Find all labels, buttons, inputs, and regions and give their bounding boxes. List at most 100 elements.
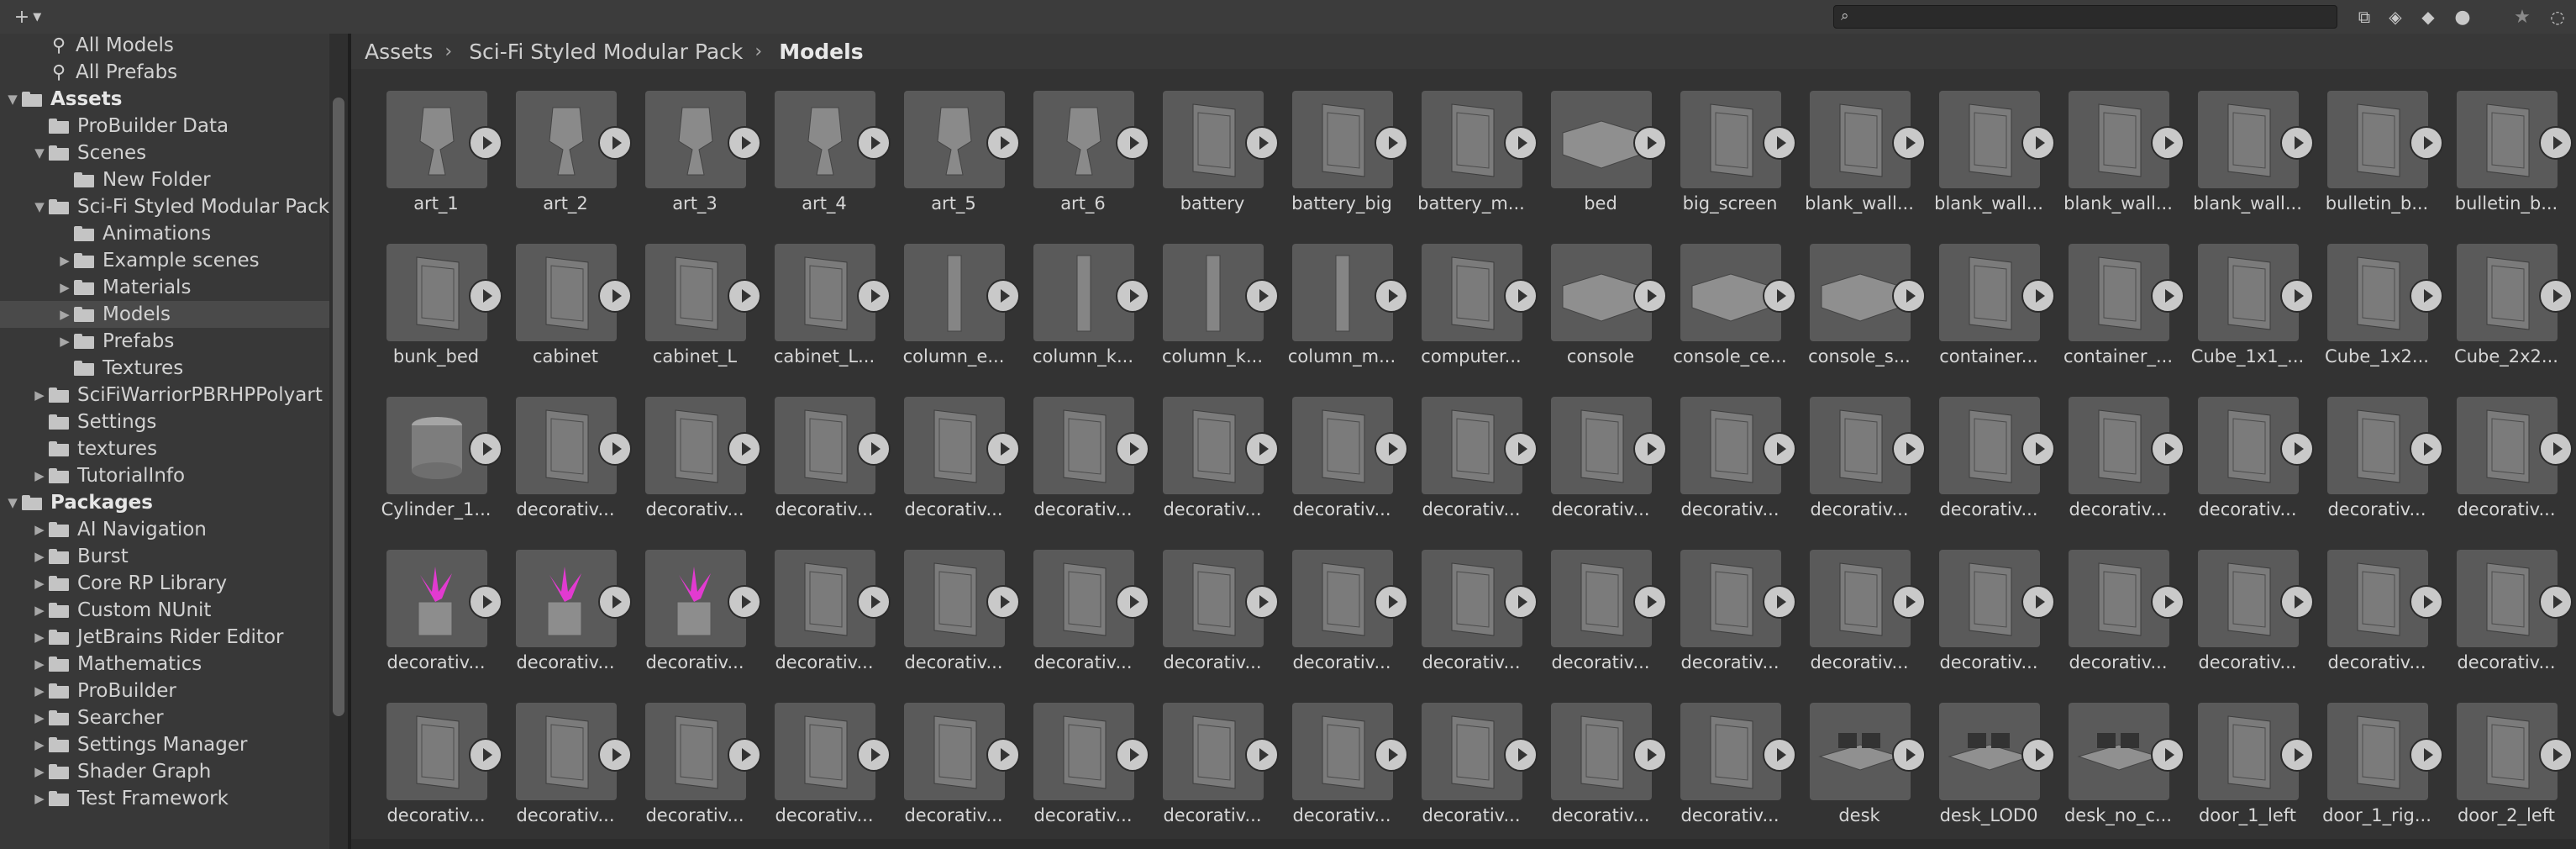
asset-item[interactable]: decorativ... [360, 681, 502, 834]
tree-item-models[interactable]: ▶ Models [0, 301, 329, 328]
collapsed-arrow-icon[interactable]: ▶ [57, 253, 72, 268]
tree-item-searcher[interactable]: ▶ Searcher [0, 704, 329, 731]
collapsed-arrow-icon[interactable]: ▶ [32, 737, 47, 752]
asset-item[interactable]: decorativ... [748, 528, 891, 681]
collapsed-arrow-icon[interactable]: ▶ [32, 630, 47, 645]
collapsed-arrow-icon[interactable]: ▶ [32, 468, 47, 483]
tree-item-jetbrains-rider-editor[interactable]: ▶ JetBrains Rider Editor [0, 624, 329, 651]
asset-item[interactable]: decorativ... [618, 375, 761, 528]
asset-item[interactable]: decorativ... [1136, 375, 1279, 528]
collapsed-arrow-icon[interactable]: ▶ [32, 603, 47, 618]
asset-item[interactable]: art_3 [618, 69, 761, 222]
asset-item[interactable]: column_k... [1136, 222, 1279, 375]
asset-item[interactable]: art_2 [489, 69, 632, 222]
asset-item[interactable]: desk [1783, 681, 1926, 834]
asset-item[interactable]: art_1 [360, 69, 502, 222]
asset-item[interactable]: decorativ... [1524, 528, 1667, 681]
asset-item[interactable]: computer... [1395, 222, 1538, 375]
asset-item[interactable]: bunk_bed [360, 222, 502, 375]
asset-item[interactable]: decorativ... [2042, 375, 2184, 528]
collapsed-arrow-icon[interactable]: ▶ [32, 388, 47, 403]
asset-item[interactable]: decorativ... [877, 528, 1020, 681]
asset-item[interactable]: console [1524, 222, 1667, 375]
expanded-arrow-icon[interactable]: ▼ [5, 92, 20, 107]
hidden-packages-toggle[interactable]: ◌ [2542, 5, 2573, 29]
asset-item[interactable]: blank_wall... [2042, 69, 2184, 222]
asset-item[interactable]: battery_m... [1395, 69, 1538, 222]
asset-item[interactable]: decorativ... [1007, 375, 1149, 528]
tree-item-example-scenes[interactable]: ▶ Example scenes [0, 247, 329, 274]
asset-item[interactable]: decorativ... [2042, 528, 2184, 681]
favorite-button[interactable]: ★ [2507, 5, 2537, 29]
tree-item-new-folder[interactable]: New Folder [0, 166, 329, 193]
asset-item[interactable]: door_1_left [2171, 681, 2314, 834]
asset-item[interactable]: blank_wall... [1912, 69, 2055, 222]
collapsed-arrow-icon[interactable]: ▶ [32, 657, 47, 672]
asset-item[interactable]: door_1_rig... [2300, 681, 2443, 834]
expand-prefab-arrow-icon[interactable] [2539, 432, 2573, 466]
expand-prefab-arrow-icon[interactable] [2539, 738, 2573, 772]
search-field[interactable]: ⌕ [1833, 5, 2337, 29]
asset-item[interactable]: decorativ... [1265, 375, 1408, 528]
asset-item[interactable]: decorativ... [2430, 528, 2573, 681]
asset-item[interactable]: decorativ... [618, 681, 761, 834]
breadcrumb-sci-fi-pack[interactable]: Sci-Fi Styled Modular Pack [469, 40, 743, 64]
asset-item[interactable]: decorativ... [1395, 375, 1538, 528]
asset-item[interactable]: decorativ... [1007, 528, 1149, 681]
asset-item[interactable]: bulletin_b... [2300, 69, 2443, 222]
expand-prefab-arrow-icon[interactable] [2539, 126, 2573, 160]
asset-item[interactable]: decorativ... [1007, 681, 1149, 834]
asset-item[interactable]: decorativ... [1653, 528, 1796, 681]
asset-item[interactable]: decorativ... [1912, 528, 2055, 681]
asset-item[interactable]: decorativ... [1524, 681, 1667, 834]
asset-item[interactable]: decorativ... [1783, 528, 1926, 681]
asset-item[interactable]: decorativ... [1653, 681, 1796, 834]
tree-item-mathematics[interactable]: ▶ Mathematics [0, 651, 329, 678]
asset-item[interactable]: column_k... [1007, 222, 1149, 375]
asset-item[interactable]: Cube_2x2... [2430, 222, 2573, 375]
asset-item[interactable]: decorativ... [1136, 681, 1279, 834]
asset-item[interactable]: Cube_1x1_... [2171, 222, 2314, 375]
asset-item[interactable]: decorativ... [748, 375, 891, 528]
tree-item-settings-manager[interactable]: ▶ Settings Manager [0, 731, 329, 758]
asset-item[interactable]: blank_wall... [2171, 69, 2314, 222]
tree-item-probuilder-data[interactable]: ProBuilder Data [0, 113, 329, 140]
expanded-arrow-icon[interactable]: ▼ [5, 495, 20, 510]
asset-item[interactable]: desk_no_c... [2042, 681, 2184, 834]
tree-item-sci-fi-styled-modular-pack[interactable]: ▼ Sci-Fi Styled Modular Pack [0, 193, 329, 220]
asset-item[interactable]: decorativ... [2300, 528, 2443, 681]
asset-item[interactable]: art_6 [1007, 69, 1149, 222]
collapsed-arrow-icon[interactable]: ▶ [57, 307, 72, 322]
search-input[interactable] [1863, 8, 2328, 28]
tree-item-all-prefabs[interactable]: ⚲ All Prefabs [0, 59, 329, 86]
tree-item-custom-nunit[interactable]: ▶ Custom NUnit [0, 597, 329, 624]
asset-item[interactable]: decorativ... [1783, 375, 1926, 528]
asset-item[interactable]: container... [1912, 222, 2055, 375]
collapsed-arrow-icon[interactable]: ▶ [57, 280, 72, 295]
asset-item[interactable]: cabinet_L... [748, 222, 891, 375]
expand-prefab-arrow-icon[interactable] [2539, 585, 2573, 619]
collapsed-arrow-icon[interactable]: ▶ [32, 683, 47, 699]
asset-item[interactable]: bulletin_b... [2430, 69, 2573, 222]
asset-item[interactable]: column_m... [1265, 222, 1408, 375]
collapsed-arrow-icon[interactable]: ▶ [32, 710, 47, 725]
tree-item-all-models[interactable]: ⚲ All Models [0, 34, 329, 59]
asset-item[interactable]: Cube_1x2... [2300, 222, 2443, 375]
asset-item[interactable]: decorativ... [877, 681, 1020, 834]
tree-item-tutorialinfo[interactable]: ▶ TutorialInfo [0, 462, 329, 489]
asset-item[interactable]: decorativ... [1653, 375, 1796, 528]
tree-item-prefabs[interactable]: ▶ Prefabs [0, 328, 329, 355]
tree-item-materials[interactable]: ▶ Materials [0, 274, 329, 301]
tree-item-textures[interactable]: textures [0, 435, 329, 462]
tree-item-textures[interactable]: Textures [0, 355, 329, 382]
asset-item[interactable]: decorativ... [1265, 528, 1408, 681]
tree-item-core-rp-library[interactable]: ▶ Core RP Library [0, 570, 329, 597]
expanded-arrow-icon[interactable]: ▼ [32, 145, 47, 161]
tree-item-settings[interactable]: Settings [0, 409, 329, 435]
tree-item-probuilder[interactable]: ▶ ProBuilder [0, 678, 329, 704]
tree-item-packages[interactable]: ▼ Packages [0, 489, 329, 516]
asset-item[interactable]: cabinet_L [618, 222, 761, 375]
breadcrumb-assets[interactable]: Assets [365, 40, 433, 64]
breadcrumb-models[interactable]: Models [779, 40, 863, 64]
collapsed-arrow-icon[interactable]: ▶ [32, 522, 47, 537]
